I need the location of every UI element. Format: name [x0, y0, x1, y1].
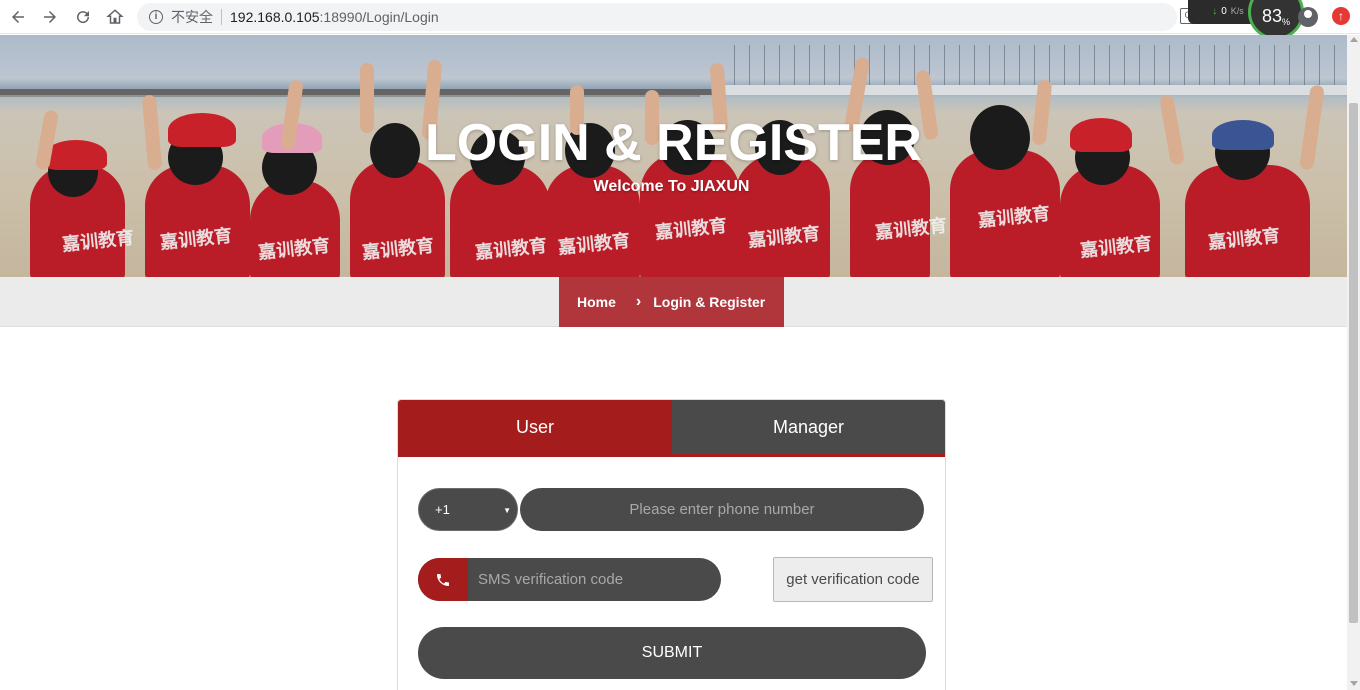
- url-host: 192.168.0.105: [230, 9, 320, 25]
- breadcrumb: Home › Login & Register: [559, 277, 784, 327]
- phone-icon: [418, 558, 468, 601]
- back-icon[interactable]: [6, 5, 30, 29]
- submit-button[interactable]: SUBMIT: [418, 627, 926, 679]
- forward-icon[interactable]: [38, 5, 62, 29]
- country-code-select[interactable]: +1 ▼: [418, 488, 518, 531]
- login-tabs: User Manager: [398, 400, 945, 457]
- breadcrumb-home-link[interactable]: Home: [577, 294, 616, 310]
- hero-banner: 嘉训教育 嘉训教育 嘉训教育 嘉训教育 嘉训教育 嘉训教育 嘉训教育 嘉训教育 …: [0, 35, 1347, 277]
- memory-gauge[interactable]: 83%: [1248, 0, 1304, 40]
- tab-manager[interactable]: Manager: [672, 400, 945, 454]
- speed-value: 0: [1221, 5, 1227, 17]
- caret-down-icon: ▼: [503, 506, 511, 515]
- page-scrollbar[interactable]: [1347, 35, 1360, 690]
- home-icon[interactable]: [103, 5, 127, 29]
- scroll-down-icon[interactable]: [1350, 681, 1358, 686]
- page-content: 嘉训教育 嘉训教育 嘉训教育 嘉训教育 嘉训教育 嘉训教育 嘉训教育 嘉训教育 …: [0, 35, 1347, 690]
- extensions-area: G ↓ 0K/s 83% ↑: [1178, 0, 1358, 40]
- tab-user[interactable]: User: [398, 400, 672, 454]
- login-panel: User Manager +1 ▼ get verification code …: [397, 399, 946, 690]
- sms-code-input[interactable]: [468, 558, 721, 601]
- sms-code-field: [418, 558, 721, 601]
- security-label: 不安全: [171, 9, 213, 25]
- scrollbar-thumb[interactable]: [1349, 103, 1358, 623]
- divider: [221, 9, 222, 25]
- address-bar[interactable]: i 不安全 192.168.0.105:18990/Login/Login: [137, 3, 1177, 31]
- gauge-value: 83: [1261, 6, 1282, 26]
- page-title: LOGIN & REGISTER: [425, 114, 922, 172]
- phone-input[interactable]: [520, 488, 924, 531]
- profile-icon[interactable]: [1298, 7, 1318, 27]
- page-subtitle: Welcome To JIAXUN: [593, 178, 750, 195]
- breadcrumb-current: Login & Register: [653, 294, 766, 310]
- extension-upload-icon[interactable]: ↑: [1332, 7, 1350, 25]
- chevron-right-icon: ›: [635, 293, 642, 310]
- reload-icon[interactable]: [71, 5, 95, 29]
- scroll-up-icon[interactable]: [1350, 37, 1358, 42]
- download-arrow-icon: ↓: [1212, 5, 1218, 17]
- url-path: :18990/Login/Login: [319, 9, 439, 25]
- info-icon[interactable]: i: [149, 10, 163, 24]
- browser-toolbar: i 不安全 192.168.0.105:18990/Login/Login G …: [0, 0, 1360, 40]
- get-verification-code-button[interactable]: get verification code: [773, 557, 933, 602]
- gauge-unit: %: [1282, 17, 1291, 27]
- speed-unit: K/s: [1230, 6, 1244, 16]
- country-code-value: +1: [435, 502, 450, 517]
- breadcrumb-bar: Home › Login & Register: [0, 277, 1347, 327]
